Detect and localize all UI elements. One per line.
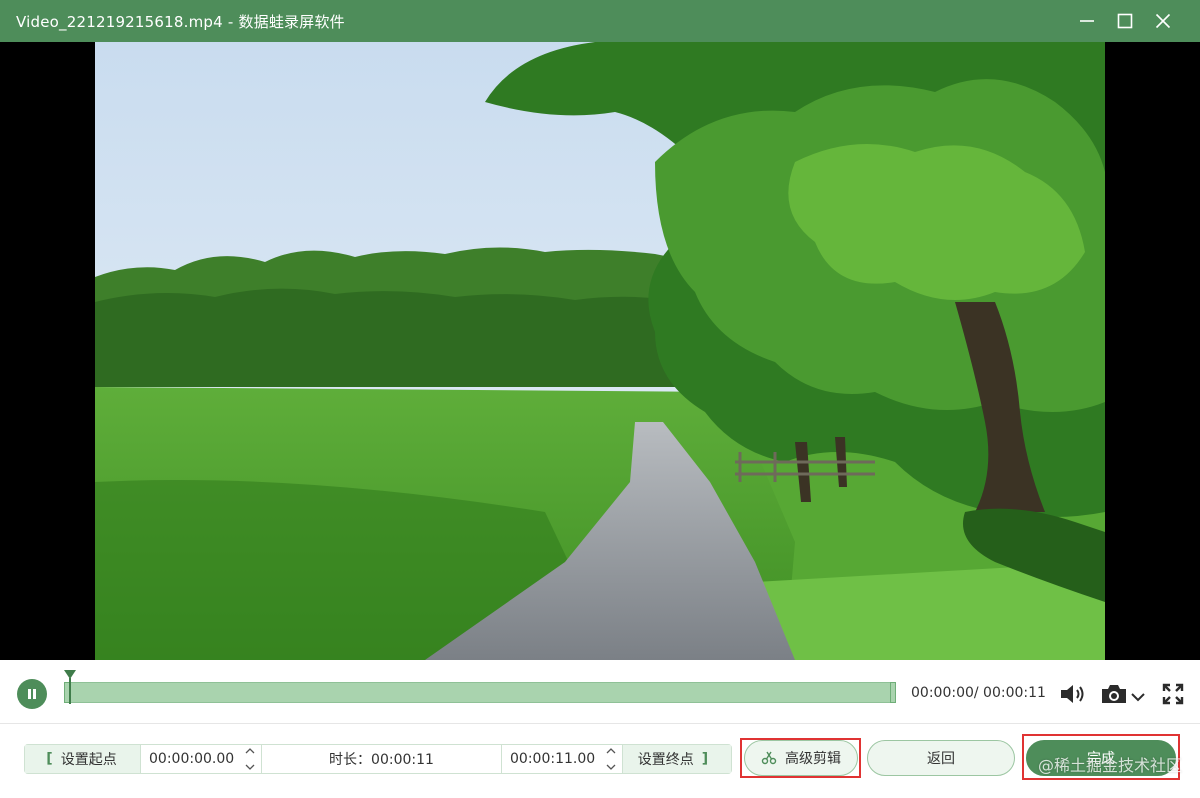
fullscreen-button[interactable] <box>1162 683 1184 709</box>
title-bar: Video_221219215618.mp4 - 数据蛙录屏软件 <box>0 0 1200 42</box>
scissors-icon <box>761 751 777 765</box>
edit-toolbar: [ 设置起点 00:00:00.00 时长：00:00:11 00:00:11.… <box>0 724 1200 798</box>
chevron-up-icon <box>245 748 255 754</box>
watermark-text: @稀土掘金技术社区 <box>1037 756 1182 775</box>
video-frame-image <box>95 42 1105 660</box>
snapshot-options-button[interactable] <box>1130 688 1146 707</box>
video-preview[interactable] <box>0 42 1200 660</box>
maximize-icon <box>1117 13 1133 29</box>
end-time-value: 00:00:11.00 <box>510 751 596 767</box>
fullscreen-icon <box>1162 683 1184 705</box>
end-time-input[interactable]: 00:00:11.00 <box>501 745 622 773</box>
start-time-value: 00:00:00.00 <box>149 751 235 767</box>
start-time-stepper[interactable] <box>243 747 257 771</box>
minimize-button[interactable] <box>1072 6 1102 36</box>
minimize-icon <box>1080 20 1094 22</box>
duration-display: 时长：00:00:11 <box>261 745 501 773</box>
timeline-track[interactable] <box>64 682 896 703</box>
set-start-label: 设置起点 <box>60 752 117 768</box>
playhead-line <box>69 678 71 704</box>
chevron-up-icon <box>606 748 616 754</box>
chevron-down-icon <box>606 764 616 770</box>
chevron-down-icon <box>245 764 255 770</box>
close-button[interactable] <box>1148 6 1178 36</box>
chevron-down-icon <box>1131 693 1145 702</box>
set-start-button[interactable]: [ 设置起点 <box>25 745 140 773</box>
advanced-edit-button[interactable]: 高级剪辑 <box>744 740 858 776</box>
trim-controls: [ 设置起点 00:00:00.00 时长：00:00:11 00:00:11.… <box>24 744 732 774</box>
pause-icon <box>28 689 36 699</box>
camera-icon <box>1102 685 1126 703</box>
snapshot-button[interactable] <box>1100 683 1128 709</box>
close-icon <box>1155 13 1171 29</box>
start-time-input[interactable]: 00:00:00.00 <box>140 745 261 773</box>
bracket-close-icon: ] <box>701 751 709 767</box>
end-time-stepper[interactable] <box>604 747 618 771</box>
maximize-button[interactable] <box>1110 6 1140 36</box>
window-title: Video_221219215618.mp4 - 数据蛙录屏软件 <box>16 13 345 31</box>
playback-bar: 00:00:00/ 00:00:11 <box>0 660 1200 724</box>
trim-end-handle[interactable] <box>890 682 896 703</box>
volume-button[interactable] <box>1059 682 1087 710</box>
pause-button[interactable] <box>17 679 47 709</box>
advanced-edit-label: 高级剪辑 <box>785 751 841 767</box>
back-label: 返回 <box>927 751 955 767</box>
bracket-open-icon: [ <box>46 751 53 767</box>
back-button[interactable]: 返回 <box>867 740 1015 776</box>
set-end-label: 设置终点 <box>637 752 694 768</box>
time-readout: 00:00:00/ 00:00:11 <box>911 685 1046 701</box>
speaker-icon <box>1061 685 1084 703</box>
set-end-button[interactable]: 设置终点 ] <box>622 745 731 773</box>
